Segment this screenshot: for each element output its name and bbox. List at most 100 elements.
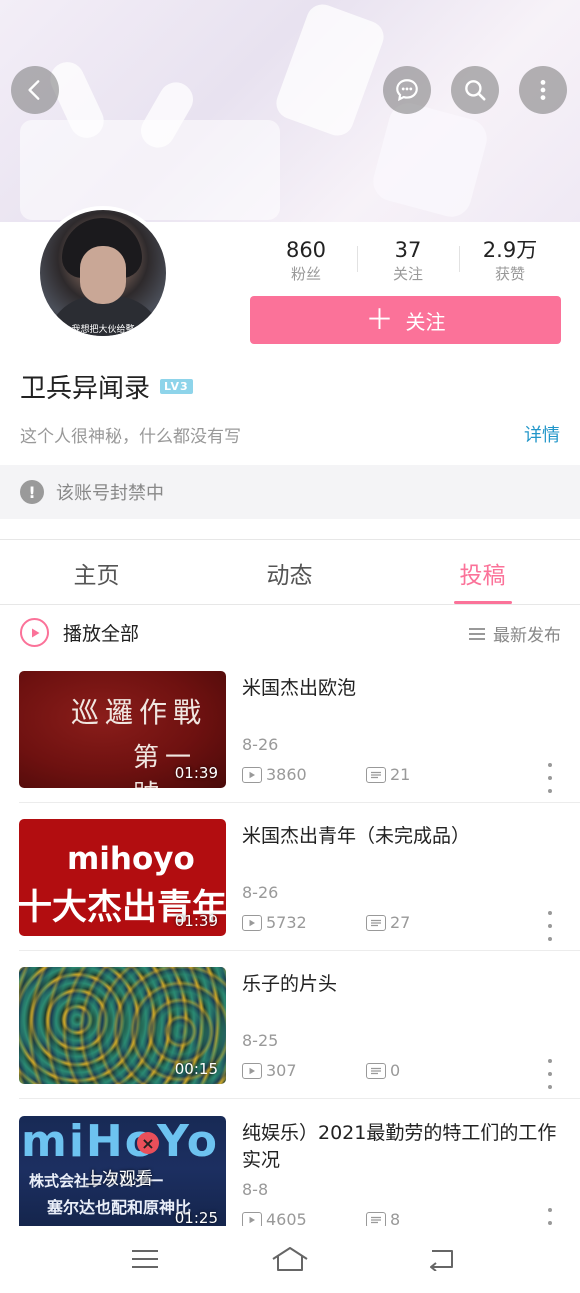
more-vertical-icon[interactable]: [546, 1059, 554, 1089]
video-date: 8-25: [242, 1031, 279, 1050]
menu-button[interactable]: [121, 1242, 169, 1276]
list-item[interactable]: mihoyo 十大杰出青年 01:39 米国杰出青年（未完成品） 8-26 57…: [0, 819, 580, 967]
avatar[interactable]: 我想把大伙给整: [36, 206, 170, 340]
follow-button[interactable]: ＋ 关注: [250, 296, 561, 344]
thumbnail-text: mihoyo: [67, 841, 195, 877]
comment-count: 21: [390, 765, 411, 784]
video-thumbnail[interactable]: miHoYo × 株式会社ヲヲロジー 塞尔达也配和原神比 上次观看 01:25: [19, 1116, 226, 1226]
ban-notice-text: 该账号封禁中: [56, 483, 164, 504]
exclamation-icon: !: [20, 480, 44, 504]
list-icon: [469, 627, 485, 640]
home-button[interactable]: [266, 1242, 314, 1276]
divider: [19, 950, 580, 951]
back-icon: [430, 1250, 453, 1271]
back-nav-button[interactable]: [418, 1242, 466, 1276]
likes-label: 获赞: [494, 265, 525, 283]
more-options-button[interactable]: [519, 66, 567, 114]
video-duration: 01:39: [174, 912, 218, 930]
comment-count: 27: [390, 913, 411, 932]
video-duration: 01:39: [174, 764, 218, 782]
sort-label: 最新发布: [493, 626, 561, 646]
chat-bubble-icon: [396, 79, 418, 102]
stat-followers[interactable]: 860 粉丝: [256, 236, 356, 284]
view-count: 5732: [266, 913, 307, 932]
video-meta: 4605 8: [242, 1210, 400, 1226]
detail-link[interactable]: 详情: [524, 421, 560, 447]
more-vertical-icon[interactable]: [546, 911, 554, 941]
divider: [19, 1098, 580, 1099]
likes-count: 2.9万: [482, 238, 538, 262]
play-icon: [20, 618, 49, 647]
divider: [0, 604, 580, 605]
video-date: 8-26: [242, 735, 279, 754]
video-thumbnail[interactable]: mihoyo 十大杰出青年 01:39: [19, 819, 226, 936]
video-meta: 3860 21: [242, 765, 410, 784]
followers-label: 粉丝: [290, 265, 321, 283]
follow-label: 关注: [405, 309, 446, 334]
comment-icon: [366, 914, 386, 931]
list-item[interactable]: 巡邏作戰 第一號 01:39 米国杰出欧泡 8-26 3860 21: [0, 671, 580, 819]
comment-count: 0: [390, 1061, 401, 1080]
tab-dynamics[interactable]: 动态: [193, 556, 386, 590]
video-thumbnail[interactable]: 巡邏作戰 第一號 01:39: [19, 671, 226, 788]
video-title[interactable]: 米国杰出欧泡: [242, 675, 562, 702]
back-button[interactable]: [11, 66, 59, 114]
more-vertical-icon: [540, 80, 546, 100]
video-title[interactable]: 乐子的片头: [242, 971, 562, 998]
divider: [19, 802, 580, 803]
list-item[interactable]: 00:15 乐子的片头 8-25 307 0: [0, 967, 580, 1115]
view-count: 307: [266, 1061, 297, 1080]
level-badge: LV3: [160, 379, 193, 394]
search-button[interactable]: [451, 66, 499, 114]
play-count-icon: [242, 766, 262, 783]
comment-icon: [366, 1211, 386, 1226]
message-button[interactable]: [383, 66, 431, 114]
search-icon: [465, 80, 486, 101]
divider: [0, 539, 580, 540]
plus-icon: ＋: [365, 303, 394, 336]
view-count: 3860: [266, 765, 307, 784]
comment-icon: [366, 1062, 386, 1079]
comment-count: 8: [390, 1210, 401, 1226]
video-duration: 01:25: [174, 1209, 218, 1226]
avatar-caption: 我想把大伙给整: [71, 325, 135, 335]
video-title[interactable]: 米国杰出青年（未完成品）: [242, 823, 562, 850]
video-meta: 307 0: [242, 1061, 400, 1080]
play-count-icon: [242, 1211, 262, 1226]
more-vertical-icon[interactable]: [546, 763, 554, 793]
comment-icon: [366, 766, 386, 783]
video-date: 8-26: [242, 883, 279, 902]
view-count: 4605: [266, 1210, 307, 1226]
followers-count: 860: [285, 238, 327, 262]
play-count-icon: [242, 914, 262, 931]
video-title[interactable]: 纯娱乐）2021最勤劳的特工们的工作实况: [242, 1120, 562, 1174]
play-count-icon: [242, 1062, 262, 1079]
bio-text: 这个人很神秘，什么都没有写: [20, 427, 241, 447]
menu-icon: [132, 1250, 158, 1268]
video-meta: 5732 27: [242, 913, 410, 932]
last-watched-badge: 上次观看: [85, 1169, 153, 1189]
username-row: 卫兵异闻录 LV3: [20, 368, 193, 405]
thumbnail-text: 塞尔达也配和原神比: [47, 1198, 192, 1217]
stat-likes: 2.9万 获赞: [460, 236, 560, 284]
thumbnail-text: 巡邏作戰: [71, 696, 208, 729]
play-all-label: 播放全部: [63, 623, 140, 645]
home-icon: [272, 1247, 308, 1271]
following-count: 37: [394, 238, 422, 262]
sort-button[interactable]: 最新发布: [469, 621, 561, 646]
video-thumbnail[interactable]: 00:15: [19, 967, 226, 1084]
video-date: 8-8: [242, 1180, 269, 1199]
tab-uploads[interactable]: 投稿: [386, 556, 579, 590]
video-duration: 00:15: [174, 1060, 218, 1078]
system-navigation-bar: [0, 1228, 580, 1293]
stat-following[interactable]: 37 关注: [358, 236, 458, 284]
username: 卫兵异闻录: [20, 374, 151, 404]
ban-notice-bar: ! 该账号封禁中: [0, 465, 580, 519]
tab-home[interactable]: 主页: [0, 556, 193, 590]
chevron-left-icon: [28, 80, 40, 100]
profile-banner: [0, 0, 580, 222]
list-item[interactable]: miHoYo × 株式会社ヲヲロジー 塞尔达也配和原神比 上次观看 01:25 …: [0, 1116, 580, 1226]
more-vertical-icon[interactable]: [546, 1208, 554, 1226]
play-all-button[interactable]: 播放全部: [20, 618, 139, 647]
thumbnail-text: miHoYo: [21, 1116, 220, 1167]
